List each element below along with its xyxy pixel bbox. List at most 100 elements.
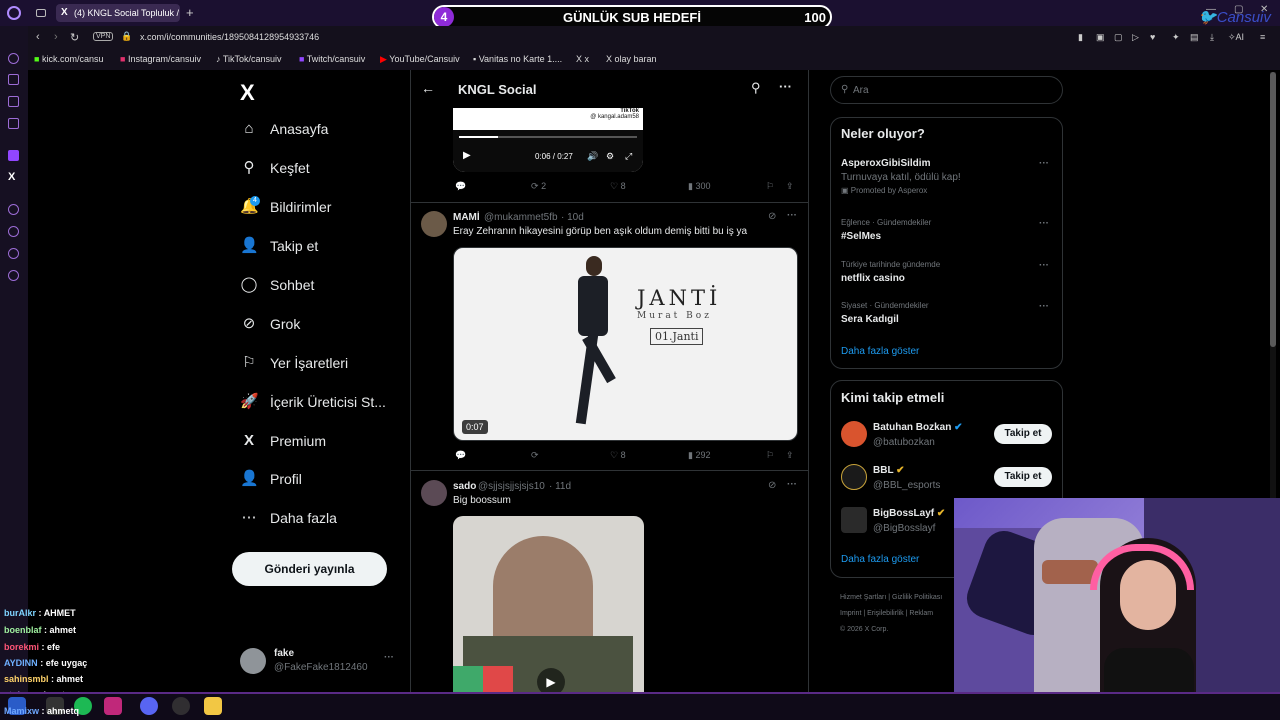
new-tab-button[interactable]: + bbox=[186, 5, 194, 20]
more-dots-icon[interactable]: ··· bbox=[1039, 158, 1049, 169]
sidebar-icon-4[interactable] bbox=[8, 118, 19, 129]
x-icon[interactable]: X bbox=[8, 171, 15, 183]
footer-link[interactable]: Reklam bbox=[909, 610, 933, 617]
bookmark-kick[interactable]: ■ kick.com/cansu bbox=[34, 54, 103, 70]
post-media-video[interactable]: ▶ bbox=[453, 516, 644, 692]
opera-gx-icon[interactable] bbox=[104, 697, 122, 715]
settings-gear-icon[interactable]: ⚙ bbox=[606, 151, 614, 162]
wallet-icon[interactable]: ▤ bbox=[1190, 32, 1199, 43]
search-box[interactable]: ⚲ Ara bbox=[830, 76, 1063, 104]
author-name[interactable]: sado bbox=[453, 481, 476, 492]
grok-post-icon[interactable]: ⊘ bbox=[768, 480, 776, 491]
footer-link[interactable]: Erişilebilirlik bbox=[867, 610, 904, 617]
opera-logo-icon[interactable] bbox=[7, 6, 21, 20]
sidebar-icon-2[interactable] bbox=[8, 74, 19, 85]
trend-item[interactable]: AsperoxGibiSildim Turnuvaya katıl, ödülü… bbox=[841, 158, 1056, 202]
footer-link[interactable]: Gizlilik Politikası bbox=[892, 594, 942, 601]
views-button[interactable]: ▮ 292 bbox=[688, 450, 711, 461]
show-more-link[interactable]: Daha fazla göster bbox=[841, 346, 919, 357]
snapshot-icon[interactable]: ▣ bbox=[1096, 32, 1105, 43]
trend-item[interactable]: Siyaset · Gündemdekiler Sera Kadıgil ··· bbox=[841, 301, 1056, 331]
author-name[interactable]: MAMİ bbox=[453, 212, 480, 223]
aria-ai-button[interactable]: ✧AI bbox=[1228, 32, 1244, 43]
grok-post-icon[interactable]: ⊘ bbox=[768, 211, 776, 222]
show-more-link[interactable]: Daha fazla göster bbox=[841, 554, 919, 565]
bookmark-tiktok[interactable]: ♪ TikTok/cansuiv bbox=[216, 54, 282, 70]
sidebar-icon-1[interactable] bbox=[8, 53, 19, 64]
capture-icon[interactable]: ▢ bbox=[1114, 32, 1123, 43]
settings-icon[interactable] bbox=[8, 270, 19, 281]
play-overlay-icon[interactable]: ▶ bbox=[537, 668, 565, 692]
follow-button[interactable]: Takip et bbox=[994, 467, 1052, 487]
author-handle[interactable]: @sjjsjsjjsjsjs10 bbox=[478, 481, 545, 492]
repost-icon[interactable]: ⟳ bbox=[531, 450, 539, 461]
follow-item[interactable]: Batuhan Bozkan ✔ @batubozkan Takip et bbox=[841, 421, 1056, 451]
download-icon[interactable]: ⤓ bbox=[1210, 32, 1214, 43]
sidebar-icon-6[interactable] bbox=[8, 248, 19, 259]
more-dots-icon[interactable]: ··· bbox=[1039, 218, 1049, 229]
bookmark-twitch[interactable]: ■ Twitch/cansuiv bbox=[299, 54, 365, 70]
tab-overview-icon[interactable] bbox=[36, 9, 46, 17]
file-explorer-icon[interactable] bbox=[204, 697, 222, 715]
trend-item[interactable]: Türkiye tarihinde gündemde netflix casin… bbox=[841, 260, 1056, 290]
bookmark-x[interactable]: X x bbox=[576, 54, 589, 70]
bookmark-youtube[interactable]: ▶ YouTube/Cansuiv bbox=[380, 54, 460, 70]
reply-icon[interactable]: 💬 bbox=[455, 450, 466, 461]
bookmark-olay-baran[interactable]: X olay baran bbox=[606, 54, 657, 70]
extensions-icon[interactable]: ✦ bbox=[1172, 32, 1180, 43]
menu-icon[interactable]: ≡ bbox=[1260, 32, 1265, 42]
reply-icon[interactable]: 💬 bbox=[455, 181, 466, 192]
twitch-icon[interactable] bbox=[8, 150, 19, 161]
more-dots-icon[interactable]: ··· bbox=[384, 652, 394, 663]
follow-item[interactable]: BBL ✔ @BBL_esports Takip et bbox=[841, 464, 1056, 494]
video-player[interactable]: TikTok @ kangal.adam58 ▶ 0:06 / 0:27 🔊 ⚙… bbox=[453, 108, 643, 172]
author-handle[interactable]: @mukammet5fb bbox=[484, 212, 558, 223]
bookmark-icon[interactable]: ▮ bbox=[1078, 32, 1083, 43]
like-button[interactable]: ♡ 8 bbox=[610, 181, 626, 192]
more-dots-icon[interactable]: ··· bbox=[1039, 260, 1049, 271]
repost-button[interactable]: ⟳ 2 bbox=[531, 181, 546, 192]
obs-icon[interactable] bbox=[172, 697, 190, 715]
share-icon[interactable]: ⇪ bbox=[786, 450, 794, 461]
search-icon[interactable]: ⚲ bbox=[751, 80, 761, 96]
url-field[interactable]: x.com/i/communities/1895084128954933746 bbox=[140, 32, 319, 42]
share-icon[interactable]: ⇪ bbox=[786, 181, 794, 192]
sidebar-icon-3[interactable] bbox=[8, 96, 19, 107]
account-switcher[interactable]: fake @FakeFake1812460 ··· bbox=[236, 644, 406, 680]
heart-icon[interactable]: ♥ bbox=[1150, 32, 1155, 42]
post-button[interactable]: Gönderi yayınla bbox=[232, 552, 387, 586]
scrollbar-thumb[interactable] bbox=[1270, 72, 1276, 347]
more-dots-icon[interactable]: ··· bbox=[787, 210, 797, 221]
volume-icon[interactable]: 🔊 bbox=[587, 151, 598, 162]
progress-track[interactable] bbox=[459, 136, 637, 138]
more-dots-icon[interactable]: ··· bbox=[787, 479, 797, 490]
fullscreen-icon[interactable]: ⤢ bbox=[625, 151, 632, 162]
back-arrow-icon[interactable]: ← bbox=[421, 80, 435, 96]
views-button[interactable]: ▮ 300 bbox=[688, 181, 711, 192]
forward-icon[interactable]: › bbox=[54, 31, 58, 43]
post-media-video[interactable]: JANTİ Murat Boz 01.Janti 0:07 bbox=[453, 247, 798, 441]
more-dots-icon[interactable]: ··· bbox=[779, 79, 792, 94]
reload-icon[interactable]: ↻ bbox=[70, 31, 79, 44]
vpn-badge[interactable]: VPN bbox=[93, 32, 114, 41]
post-mami[interactable]: MAMİ @mukammet5fb · 10d ⊘ ··· Eray Zehra… bbox=[411, 203, 808, 470]
sidebar-icon-5[interactable] bbox=[8, 204, 19, 215]
history-icon[interactable] bbox=[8, 226, 19, 237]
bookmark-instagram[interactable]: ■ Instagram/cansuiv bbox=[120, 54, 201, 70]
player-icon[interactable]: ▷ bbox=[1132, 32, 1139, 43]
trend-item[interactable]: Eğlence · Gündemdekiler #SelMes ··· bbox=[841, 218, 1056, 248]
back-icon[interactable]: ‹ bbox=[36, 31, 40, 43]
footer-link[interactable]: Hizmet Şartları bbox=[840, 594, 886, 601]
like-button[interactable]: ♡ 8 bbox=[610, 450, 626, 461]
follow-button[interactable]: Takip et bbox=[994, 424, 1052, 444]
more-dots-icon[interactable]: ··· bbox=[1039, 301, 1049, 312]
post-sado[interactable]: sado @sjjsjsjjsjsjs10 · 11d ⊘ ··· Big bo… bbox=[411, 471, 808, 692]
bookmark-post-icon[interactable]: ⚐ bbox=[766, 181, 774, 192]
play-icon[interactable]: ▶ bbox=[463, 150, 471, 161]
browser-tab-active[interactable]: X (4) KNGL Social Topluluk / bbox=[56, 4, 180, 22]
x-home-logo[interactable]: X bbox=[240, 80, 255, 106]
bookmark-post-icon[interactable]: ⚐ bbox=[766, 450, 774, 461]
bookmark-vanitas[interactable]: ▪ Vanitas no Karte 1.... bbox=[473, 54, 562, 70]
discord-icon[interactable] bbox=[140, 697, 158, 715]
footer-link[interactable]: Imprint bbox=[840, 610, 861, 617]
